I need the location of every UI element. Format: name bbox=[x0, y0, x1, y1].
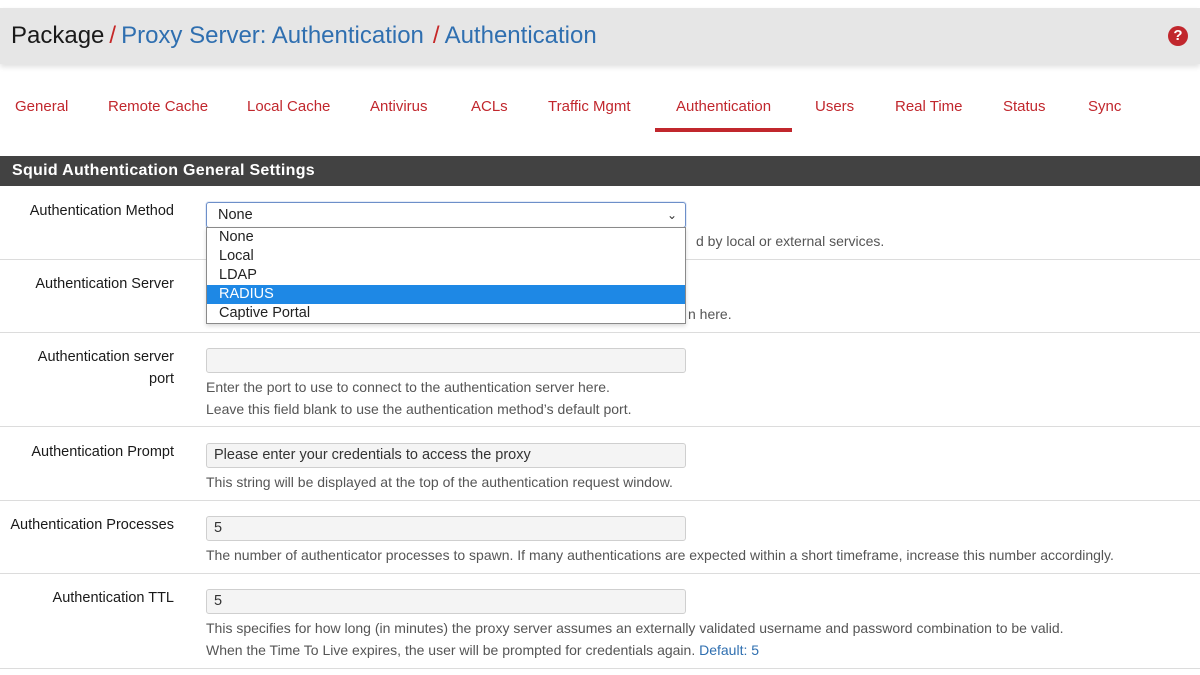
option-captive-portal[interactable]: Captive Portal bbox=[207, 304, 685, 323]
breadcrumb-link-authentication[interactable]: Authentication bbox=[445, 22, 597, 50]
auth-method-dropdown: None Local LDAP RADIUS Captive Portal bbox=[206, 227, 686, 324]
auth-ttl-help-line1: This specifies for how long (in minutes)… bbox=[206, 620, 1064, 636]
row-auth-server-port: Authentication server port Enter the por… bbox=[0, 333, 1200, 427]
tab-local-cache[interactable]: Local Cache bbox=[247, 98, 330, 115]
option-radius[interactable]: RADIUS bbox=[207, 285, 685, 304]
row-auth-processes: Authentication Processes 5 The number of… bbox=[0, 501, 1200, 574]
auth-server-port-label-line1: Authentication server bbox=[37, 349, 174, 365]
auth-ttl-default-value: Default: 5 bbox=[699, 642, 760, 658]
option-ldap[interactable]: LDAP bbox=[207, 266, 685, 285]
auth-prompt-label: Authentication Prompt bbox=[31, 444, 174, 460]
tab-bar: General Remote Cache Local Cache Antivir… bbox=[0, 84, 1200, 136]
auth-method-help: d by local or external services. bbox=[696, 233, 885, 249]
auth-method-selected-value: None bbox=[218, 207, 253, 223]
auth-server-port-help-line2: Leave this field blank to use the authen… bbox=[206, 401, 632, 417]
breadcrumb-separator: / bbox=[109, 22, 117, 49]
option-local[interactable]: Local bbox=[207, 247, 685, 266]
auth-prompt-help: This string will be displayed at the top… bbox=[206, 474, 673, 490]
auth-ttl-label: Authentication TTL bbox=[52, 590, 174, 606]
auth-processes-help: The number of authenticator processes to… bbox=[206, 547, 1114, 563]
tab-acls[interactable]: ACLs bbox=[471, 98, 508, 115]
auth-ttl-help-text: When the Time To Live expires, the user … bbox=[206, 642, 696, 658]
auth-method-label: Authentication Method bbox=[29, 203, 174, 219]
auth-processes-label: Authentication Processes bbox=[10, 517, 174, 533]
tab-traffic-mgmt[interactable]: Traffic Mgmt bbox=[548, 98, 631, 115]
help-icon[interactable]: ? bbox=[1168, 26, 1188, 46]
auth-server-label: Authentication Server bbox=[35, 276, 174, 292]
tab-antivirus[interactable]: Antivirus bbox=[370, 98, 428, 115]
auth-prompt-input[interactable]: Please enter your credentials to access … bbox=[206, 443, 686, 468]
auth-server-port-help-line1: Enter the port to use to connect to the … bbox=[206, 379, 610, 395]
auth-server-port-label-line2: port bbox=[149, 371, 174, 387]
tab-general[interactable]: General bbox=[15, 98, 68, 115]
tab-real-time[interactable]: Real Time bbox=[895, 98, 963, 115]
auth-server-help: n here. bbox=[688, 306, 732, 322]
tab-users[interactable]: Users bbox=[815, 98, 854, 115]
auth-ttl-help-line2: When the Time To Live expires, the user … bbox=[206, 640, 759, 661]
panel-heading: Squid Authentication General Settings bbox=[0, 156, 1200, 186]
tab-remote-cache[interactable]: Remote Cache bbox=[108, 98, 208, 115]
breadcrumb-separator: / bbox=[432, 22, 440, 49]
auth-server-port-input[interactable] bbox=[206, 348, 686, 373]
breadcrumb-link-proxy-auth[interactable]: Proxy Server: Authentication bbox=[121, 22, 424, 50]
tab-status[interactable]: Status bbox=[1003, 98, 1046, 115]
row-auth-prompt: Authentication Prompt Please enter your … bbox=[0, 427, 1200, 501]
option-none[interactable]: None bbox=[207, 228, 685, 247]
row-auth-ttl: Authentication TTL 5 This specifies for … bbox=[0, 574, 1200, 669]
auth-processes-input[interactable]: 5 bbox=[206, 516, 686, 541]
chevron-down-icon: ⌄ bbox=[666, 208, 677, 222]
auth-method-select[interactable]: None ⌄ bbox=[206, 202, 686, 228]
tab-sync[interactable]: Sync bbox=[1088, 98, 1121, 115]
page-header: Package / Proxy Server: Authentication /… bbox=[0, 8, 1200, 64]
breadcrumb-root: Package bbox=[11, 22, 105, 49]
tab-authentication[interactable]: Authentication bbox=[676, 98, 771, 115]
auth-ttl-input[interactable]: 5 bbox=[206, 589, 686, 614]
active-tab-indicator bbox=[655, 128, 792, 132]
